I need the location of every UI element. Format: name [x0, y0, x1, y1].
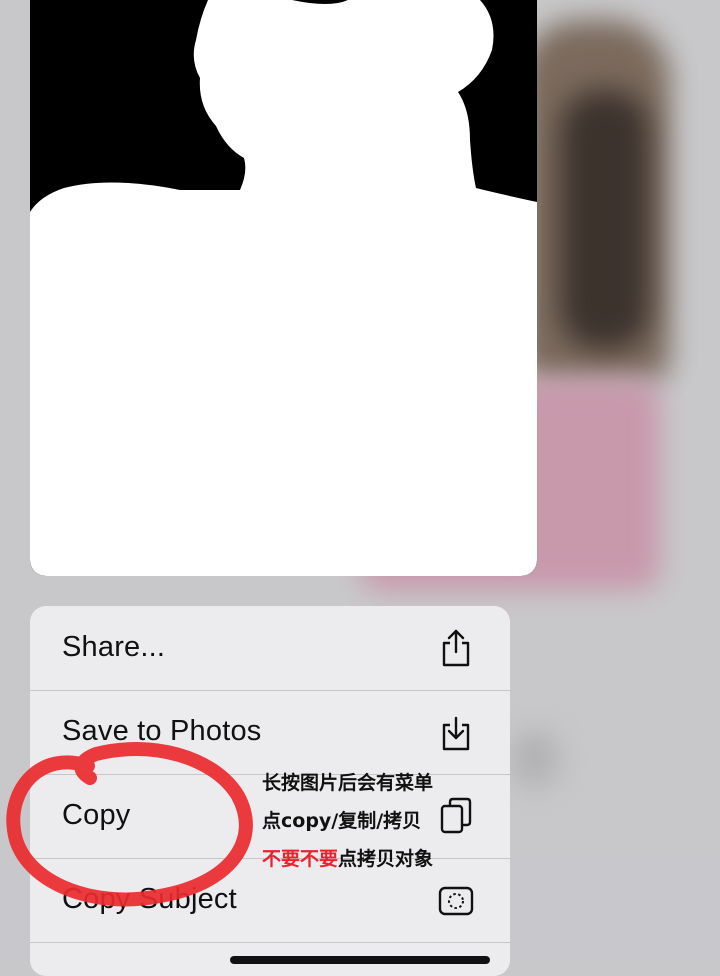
menu-item-share[interactable]: Share...	[30, 606, 510, 691]
home-indicator	[230, 956, 490, 964]
menu-item-label: Save to Photos	[62, 715, 262, 747]
menu-item-save-to-photos[interactable]: Save to Photos	[30, 690, 510, 775]
annotation-line-2: 点copy/复制/拷贝	[262, 810, 422, 832]
subject-silhouette	[30, 0, 537, 576]
annotation-warning: 不要不要	[262, 848, 339, 870]
copy-icon	[438, 796, 474, 836]
annotation-line-1: 长按图片后会有菜单	[262, 772, 434, 794]
annotation-line-3: 不要不要点拷贝对象	[262, 844, 433, 871]
copy-subject-icon	[438, 880, 474, 920]
menu-item-label: Copy Subject	[62, 883, 237, 915]
image-preview[interactable]	[30, 0, 537, 576]
share-icon	[438, 628, 474, 668]
annotation-line-3-rest: 点拷贝对象	[338, 848, 434, 870]
menu-item-label: Copy	[62, 799, 131, 831]
menu-item-label: Share...	[62, 631, 166, 663]
save-to-photos-icon	[438, 712, 474, 752]
